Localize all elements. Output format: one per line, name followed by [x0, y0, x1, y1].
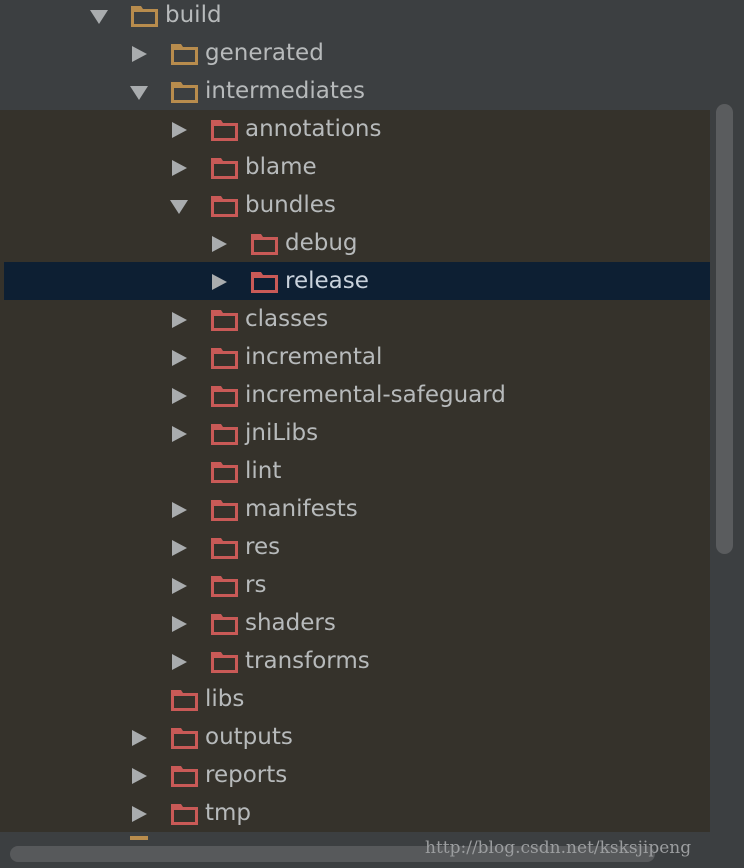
tree-row-incremental-safeguard[interactable]: incremental-safeguard: [0, 376, 710, 414]
folder-icon: [170, 718, 200, 756]
watermark: http://blog.csdn.net/ksksjipeng: [425, 838, 692, 858]
tree-row-label: reports: [205, 762, 288, 788]
folder-icon: [210, 414, 240, 452]
folder-icon: [210, 604, 240, 642]
tree-row-annotations[interactable]: annotations: [0, 110, 710, 148]
folder-icon: [210, 300, 240, 338]
folder-icon: [210, 566, 240, 604]
tree-row-label: generated: [205, 40, 324, 66]
collapsed-arrow-icon[interactable]: [168, 490, 188, 528]
collapsed-arrow-icon[interactable]: [168, 338, 188, 376]
collapsed-arrow-icon[interactable]: [208, 262, 228, 300]
tree-row-blame[interactable]: blame: [0, 148, 710, 186]
collapsed-arrow-icon[interactable]: [128, 718, 148, 756]
tree-row-label: classes: [245, 306, 329, 332]
partial-folder-icon: [130, 836, 148, 840]
folder-icon: [170, 756, 200, 794]
folder-icon: [210, 376, 240, 414]
tree-row-generated[interactable]: generated: [0, 34, 710, 72]
tree-row-label: debug: [285, 230, 358, 256]
expanded-arrow-icon[interactable]: [128, 72, 148, 110]
folder-icon: [250, 262, 280, 300]
tree-row-transforms[interactable]: transforms: [0, 642, 710, 680]
collapsed-arrow-icon[interactable]: [128, 794, 148, 832]
tree-row-label: jniLibs: [245, 420, 319, 446]
tree-row-outputs[interactable]: outputs: [0, 718, 710, 756]
tree-row-label: shaders: [245, 610, 336, 636]
folder-icon: [250, 224, 280, 262]
folder-icon: [210, 452, 240, 490]
collapsed-arrow-icon[interactable]: [168, 376, 188, 414]
tree-row-label: lint: [245, 458, 282, 484]
folder-icon: [170, 34, 200, 72]
tree-row-bundles[interactable]: bundles: [0, 186, 710, 224]
expanded-arrow-icon[interactable]: [88, 0, 108, 34]
collapsed-arrow-icon[interactable]: [168, 414, 188, 452]
tree-row-label: annotations: [245, 116, 382, 142]
folder-icon: [210, 148, 240, 186]
tree-row-classes[interactable]: classes: [0, 300, 710, 338]
tree-row-debug[interactable]: debug: [0, 224, 710, 262]
tree-row-label: outputs: [205, 724, 293, 750]
tree-row-label: incremental: [245, 344, 383, 370]
tree-row-label: rs: [245, 572, 267, 598]
tree-row-jniLibs[interactable]: jniLibs: [0, 414, 710, 452]
tree-row-label: build: [165, 2, 222, 28]
collapsed-arrow-icon[interactable]: [168, 110, 188, 148]
tree-row-tmp[interactable]: tmp: [0, 794, 710, 832]
collapsed-arrow-icon[interactable]: [168, 300, 188, 338]
tree-row-incremental[interactable]: incremental: [0, 338, 710, 376]
tree-row-label: transforms: [245, 648, 370, 674]
folder-icon: [130, 0, 160, 34]
tree-row-reports[interactable]: reports: [0, 756, 710, 794]
tree-row-label: blame: [245, 154, 317, 180]
folder-icon: [210, 528, 240, 566]
tree-row-lint[interactable]: lint: [0, 452, 710, 490]
collapsed-arrow-icon[interactable]: [168, 604, 188, 642]
tree-row-build[interactable]: build: [0, 0, 710, 34]
folder-icon: [210, 338, 240, 376]
tree-row-shaders[interactable]: shaders: [0, 604, 710, 642]
tree-row-intermediates[interactable]: intermediates: [0, 72, 710, 110]
collapsed-arrow-icon[interactable]: [208, 224, 228, 262]
folder-icon: [210, 490, 240, 528]
folder-icon: [210, 642, 240, 680]
folder-icon: [170, 72, 200, 110]
folder-icon: [170, 794, 200, 832]
collapsed-arrow-icon[interactable]: [128, 34, 148, 72]
collapsed-arrow-icon[interactable]: [168, 566, 188, 604]
folder-icon: [170, 680, 200, 718]
tree-row-res[interactable]: res: [0, 528, 710, 566]
tree-row-release[interactable]: release: [4, 262, 710, 300]
collapsed-arrow-icon[interactable]: [128, 756, 148, 794]
collapsed-arrow-icon[interactable]: [168, 528, 188, 566]
folder-icon: [210, 110, 240, 148]
folder-icon: [210, 186, 240, 224]
tree-row-label: bundles: [245, 192, 336, 218]
tree-row-label: res: [245, 534, 281, 560]
collapsed-arrow-icon[interactable]: [168, 642, 188, 680]
tree-row-label: release: [285, 268, 369, 294]
tree-row-label: incremental-safeguard: [245, 382, 506, 408]
tree-row-libs[interactable]: libs: [0, 680, 710, 718]
tree-row-label: manifests: [245, 496, 358, 522]
tree-row-manifests[interactable]: manifests: [0, 490, 710, 528]
tree-row-label: intermediates: [205, 78, 365, 104]
tree-row-label: libs: [205, 686, 245, 712]
collapsed-arrow-icon[interactable]: [168, 148, 188, 186]
project-tree-panel: build generated intermediates annotations bl…: [0, 0, 744, 868]
tree-row-rs[interactable]: rs: [0, 566, 710, 604]
tree-row-label: tmp: [205, 800, 252, 826]
expanded-arrow-icon[interactable]: [168, 186, 188, 224]
vertical-scrollbar-thumb[interactable]: [716, 104, 733, 554]
